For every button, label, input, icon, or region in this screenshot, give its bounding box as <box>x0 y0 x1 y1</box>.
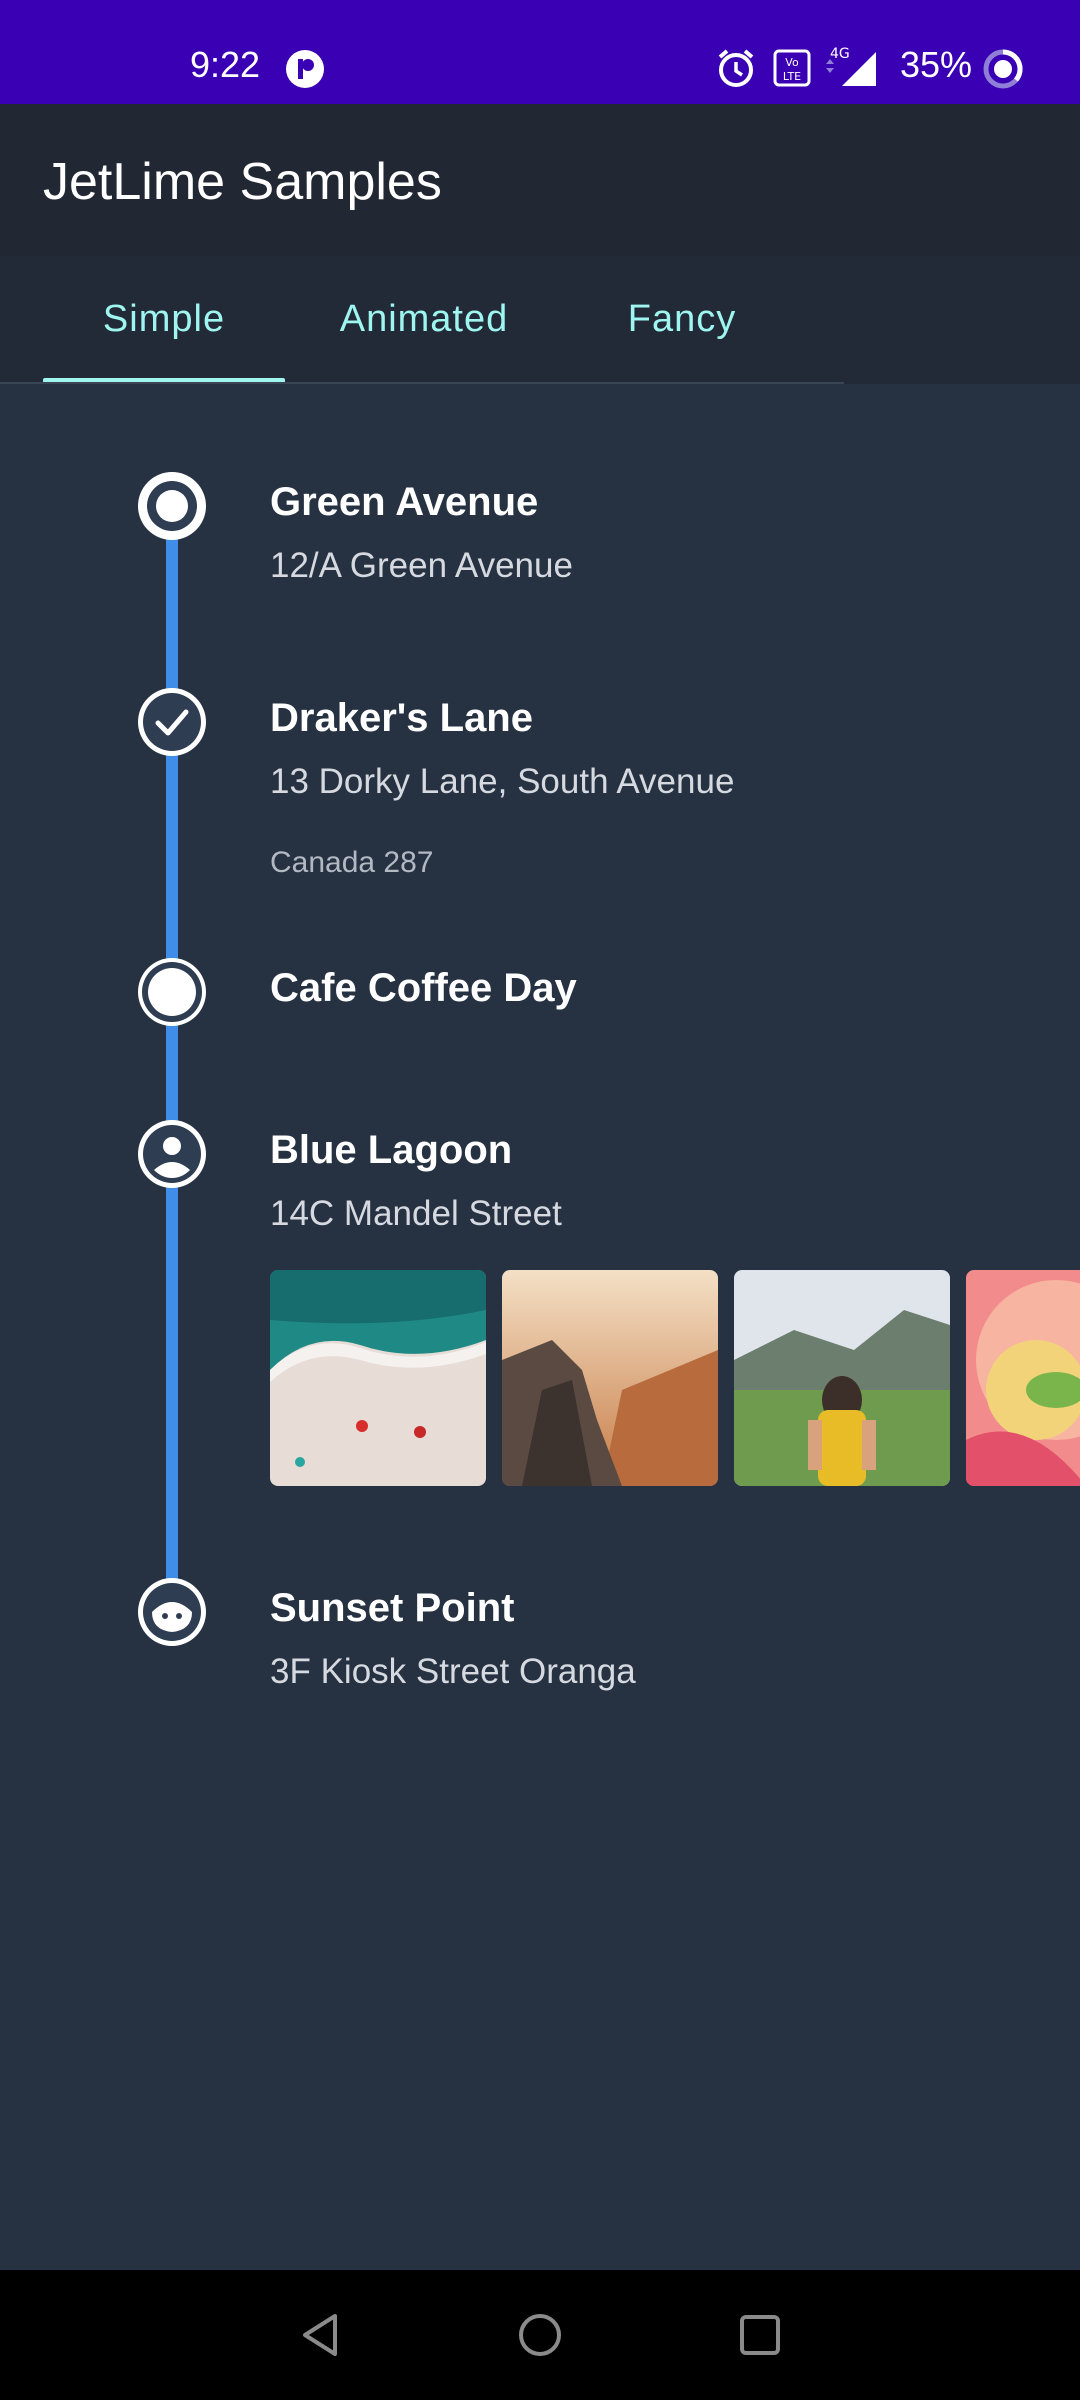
tab-row: Simple Animated Fancy <box>0 256 1080 384</box>
svg-text:4G: 4G <box>830 46 850 62</box>
radio-ring-icon <box>138 472 206 540</box>
timeline-item-title: Cafe Coffee Day <box>270 966 577 1010</box>
status-time: 9:22 <box>190 44 261 85</box>
tab-simple-label: Simple <box>102 297 226 340</box>
hiker-photo[interactable] <box>734 1270 950 1486</box>
timeline-item-title: Draker's Lane <box>270 696 533 740</box>
navigation-bar <box>0 2270 1080 2400</box>
battery-percent: 35% <box>900 44 973 85</box>
battery-icon <box>982 48 1024 90</box>
status-bar: 9:22 Vo LTE 4G 35% <box>0 0 1080 104</box>
tab-animated[interactable]: Animated <box>300 256 548 382</box>
alarm-icon <box>714 46 758 90</box>
timeline-item-subtitle: 12/A Green Avenue <box>270 546 573 585</box>
signal-4g-icon: 4G <box>824 44 882 90</box>
volte-icon: Vo LTE <box>772 48 812 88</box>
filled-dot-icon <box>138 958 206 1026</box>
timeline-item-title: Green Avenue <box>270 480 539 524</box>
face-icon <box>138 1578 206 1646</box>
app-title: JetLime Samples <box>43 153 442 211</box>
check-icon <box>138 688 206 756</box>
tab-fancy-label: Fancy <box>627 297 737 340</box>
app-bar: JetLime Samples <box>0 104 1080 256</box>
cliff-photo[interactable] <box>502 1270 718 1486</box>
media-icon <box>284 48 326 90</box>
timeline-item-subtitle: 3F Kiosk Street Oranga <box>270 1652 636 1691</box>
tab-simple[interactable]: Simple <box>43 256 285 382</box>
timeline-item-title: Blue Lagoon <box>270 1128 513 1172</box>
timeline-item-title: Sunset Point <box>270 1586 515 1630</box>
tab-animated-label: Animated <box>339 297 509 340</box>
back-icon[interactable] <box>285 2300 355 2370</box>
svg-text:Vo: Vo <box>785 56 799 69</box>
tab-divider <box>0 382 844 384</box>
timeline-line <box>166 505 178 1610</box>
person-icon <box>138 1120 206 1188</box>
flower-photo[interactable] <box>966 1270 1080 1486</box>
photo-strip[interactable] <box>270 1270 1080 1486</box>
svg-text:LTE: LTE <box>783 70 801 83</box>
timeline-item-subtitle: 13 Dorky Lane, South Avenue <box>270 762 735 801</box>
beach-photo[interactable] <box>270 1270 486 1486</box>
home-icon[interactable] <box>505 2300 575 2370</box>
timeline-item-extra: Canada 287 <box>270 846 434 879</box>
tab-fancy[interactable]: Fancy <box>562 256 802 382</box>
recents-icon[interactable] <box>725 2300 795 2370</box>
timeline-item-subtitle: 14C Mandel Street <box>270 1194 562 1233</box>
